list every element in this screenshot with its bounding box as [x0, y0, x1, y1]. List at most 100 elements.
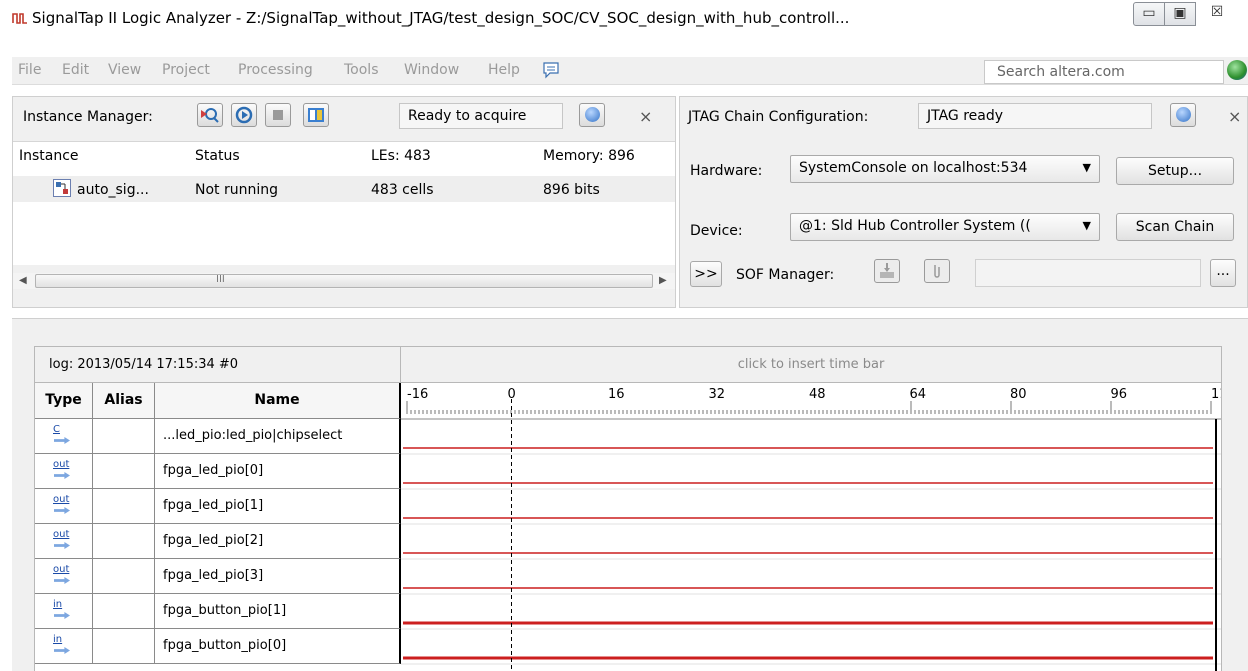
maximize-button[interactable]: ▣ [1164, 2, 1196, 26]
col-alias[interactable]: Alias [93, 383, 155, 419]
time-tick-label: 112 [1211, 387, 1221, 402]
col-memory[interactable]: Memory: 896 [543, 148, 635, 164]
jtag-label: JTAG Chain Configuration: [688, 109, 869, 125]
col-type[interactable]: Type [35, 383, 93, 419]
menu-view[interactable]: View [108, 62, 141, 78]
signal-name[interactable]: fpga_button_pio[0] [155, 629, 401, 664]
col-name[interactable]: Name [155, 383, 401, 419]
menu-file[interactable]: File [18, 62, 41, 78]
time-tick-label: 48 [809, 387, 826, 402]
globe-icon[interactable] [1227, 60, 1247, 80]
help-icon [1176, 107, 1191, 122]
table-row[interactable]: out fpga_led_pio[0] [35, 454, 401, 489]
waveform-area: log: 2013/05/14 17:15:34 #0 click to ins… [12, 318, 1248, 671]
signal-alias-cell[interactable] [93, 489, 155, 524]
scroll-right-icon[interactable]: ▶ [659, 275, 667, 286]
time-tick-label: 32 [709, 387, 726, 402]
program-device-icon [880, 263, 894, 278]
setup-button[interactable]: Setup... [1116, 157, 1234, 185]
signal-name[interactable]: ...led_pio:led_pio|chipselect [155, 419, 401, 454]
table-row[interactable]: in fpga_button_pio[1] [35, 594, 401, 629]
time-bar-insert[interactable]: click to insert time bar [401, 347, 1221, 383]
signal-alias-cell[interactable] [93, 559, 155, 594]
col-les[interactable]: LEs: 483 [371, 148, 431, 164]
scroll-left-icon[interactable]: ◀ [19, 275, 27, 286]
col-instance[interactable]: Instance [19, 148, 79, 164]
signal-type-cell: out [35, 559, 93, 594]
jtag-status-field: JTAG ready [918, 103, 1152, 129]
instance-table-header: Instance Status LEs: 483 Memory: 896 [13, 142, 675, 170]
signal-name[interactable]: fpga_led_pio[2] [155, 524, 401, 559]
read-data-button[interactable] [303, 103, 329, 127]
title-bar: SignalTap II Logic Analyzer - Z:/SignalT… [0, 0, 1248, 36]
waveform-canvas[interactable]: -160163248648096112 [401, 383, 1221, 671]
hardware-label: Hardware: [690, 163, 763, 179]
signal-name[interactable]: fpga_led_pio[0] [155, 454, 401, 489]
signal-alias-cell[interactable] [93, 454, 155, 489]
output-port-icon: out [51, 459, 73, 483]
chat-bubble-icon[interactable] [542, 61, 560, 79]
signal-type-cell: out [35, 489, 93, 524]
menu-processing[interactable]: Processing [238, 62, 313, 78]
hardware-select[interactable]: SystemConsole on localhost:534 ▼ [790, 155, 1100, 183]
stop-analysis-button[interactable] [265, 103, 291, 127]
jtag-help-button[interactable] [1170, 103, 1196, 127]
run-analysis-button[interactable] [231, 103, 257, 127]
signal-type-label: out [53, 459, 70, 470]
help-icon [585, 107, 600, 122]
sof-file-field[interactable] [975, 259, 1201, 287]
signal-alias-cell[interactable] [93, 419, 155, 454]
minimize-button[interactable]: ▭ [1133, 2, 1165, 26]
table-row[interactable]: out fpga_led_pio[1] [35, 489, 401, 524]
menu-help[interactable]: Help [488, 62, 520, 78]
col-status[interactable]: Status [195, 148, 240, 164]
time-tick-label: 64 [910, 387, 927, 402]
table-row[interactable]: auto_sig... Not running 483 cells 896 bi… [13, 176, 675, 202]
signal-type-cell: C [35, 419, 93, 454]
program-device-button[interactable] [874, 259, 900, 283]
instance-help-button[interactable] [579, 103, 605, 127]
hardware-value: SystemConsole on localhost:534 [799, 160, 1028, 176]
autorun-analysis-button[interactable] [197, 103, 223, 127]
search-input[interactable]: Search altera.com [984, 60, 1224, 84]
instance-horizontal-scrollbar[interactable]: ◀ III ▶ [13, 273, 675, 289]
instance-table: Instance Status LEs: 483 Memory: 896 aut… [13, 141, 675, 265]
table-row[interactable]: in fpga_button_pio[0] [35, 629, 401, 664]
scroll-thumb[interactable]: III [35, 274, 653, 288]
menu-window[interactable]: Window [404, 62, 459, 78]
output-port-icon: out [51, 564, 73, 588]
signal-type-label: out [53, 529, 70, 540]
browse-sof-button[interactable]: ... [1210, 259, 1236, 287]
instance-name: auto_sig... [77, 182, 149, 198]
table-row[interactable]: out fpga_led_pio[3] [35, 559, 401, 594]
maximize-icon: ▣ [1173, 5, 1187, 21]
book-icon [308, 108, 324, 122]
combinational-node-icon: C [51, 424, 73, 448]
menu-project[interactable]: Project [162, 62, 210, 78]
scan-chain-button[interactable]: Scan Chain [1116, 213, 1234, 241]
device-select[interactable]: @1: Sld Hub Controller System (( ▼ [790, 213, 1100, 241]
signal-name[interactable]: fpga_button_pio[1] [155, 594, 401, 629]
signal-type-cell: in [35, 594, 93, 629]
signal-name[interactable]: fpga_led_pio[3] [155, 559, 401, 594]
instance-close-button[interactable]: × [639, 107, 652, 126]
signal-alias-cell[interactable] [93, 524, 155, 559]
close-icon: ☒ [1210, 4, 1224, 20]
signal-alias-cell[interactable] [93, 629, 155, 664]
menu-edit[interactable]: Edit [62, 62, 89, 78]
time-tick-label: 16 [608, 387, 625, 402]
output-port-icon: out [51, 494, 73, 518]
close-button[interactable]: ☒ [1195, 2, 1239, 26]
signal-name[interactable]: fpga_led_pio[1] [155, 489, 401, 524]
signal-type-label: in [53, 599, 63, 610]
table-row[interactable]: out fpga_led_pio[2] [35, 524, 401, 559]
signal-alias-cell[interactable] [93, 594, 155, 629]
menu-bar: File Edit View Project Processing Tools … [12, 57, 1248, 85]
time-tick-label: 96 [1111, 387, 1128, 402]
attach-sof-button[interactable] [924, 259, 950, 283]
table-row[interactable]: C ...led_pio:led_pio|chipselect [35, 419, 401, 454]
menu-tools[interactable]: Tools [344, 62, 379, 78]
expand-sof-button[interactable]: >> [690, 261, 722, 287]
jtag-close-button[interactable]: × [1228, 107, 1241, 126]
scroll-grip: III [216, 274, 225, 285]
